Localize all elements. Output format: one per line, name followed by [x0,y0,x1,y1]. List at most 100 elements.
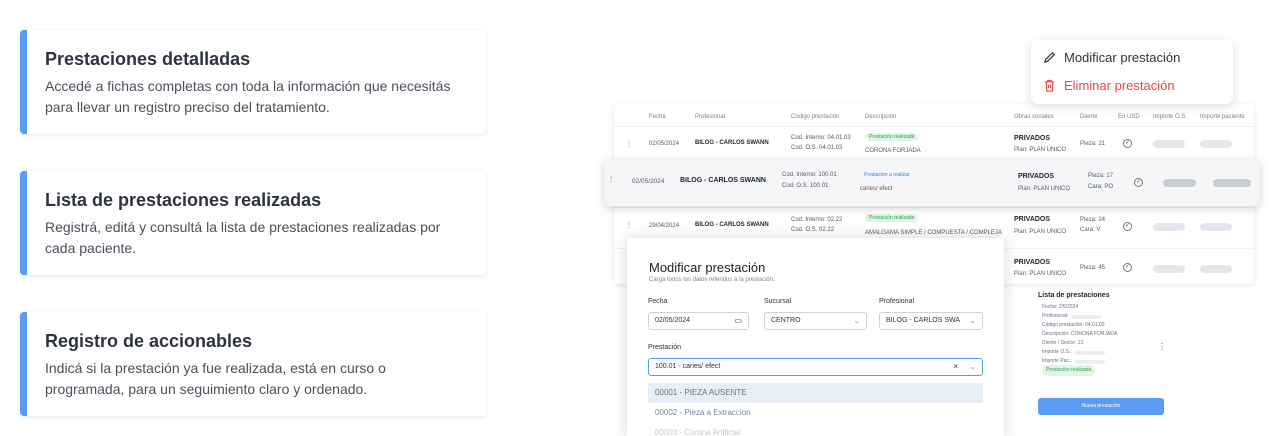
feature-card-lista: Lista de prestaciones realizadas Registr… [20,171,486,275]
blurred-value [1071,314,1102,319]
importe-os-placeholder [1153,140,1185,148]
feature-desc: Indicá si la prestación ya fue realizada… [45,360,386,397]
prestacion-combobox[interactable]: 100.01 - caries/ efect × ⌄ [648,358,983,376]
check-icon: ✓ [1123,222,1132,231]
kebab-menu-icon[interactable]: ⋮ [1158,342,1166,351]
cell-cod-interno: Cod. Interno: 100.01 [782,172,837,178]
cell-plan: Plan: PLAN UNICO [1014,147,1067,153]
cell-obra-social: PRIVADOS [1014,259,1051,266]
prestacion-option[interactable]: 00002 - Pieza a Extraccion [648,403,983,423]
modificar-prestacion-modal: Modificar prestación Cargá todos los dat… [627,238,1004,436]
cell-diente: Pieza: 24 [1080,217,1106,223]
calendar-icon[interactable]: ▭ [734,316,742,325]
check-icon: ✓ [1123,263,1132,272]
fecha-value: 02/05/2024 [655,317,691,324]
cell-descripcion: AMALGAMA SIMPLE / COMPUESTA / COMPLEJA [865,230,1002,236]
feature-desc: Registrá, editá y consultá la lista de p… [45,219,441,256]
status-badge: Prestación realizada [865,214,919,222]
summary-line: Descripción: CORONA FORJADA [1042,331,1118,337]
trash-icon [1044,79,1055,92]
prestacion-label: Prestación [648,344,682,351]
cell-fecha: 29/04/2024 [649,223,680,229]
fecha-input[interactable]: 02/05/2024 ▭ [648,312,749,330]
importe-os-placeholder [1163,179,1196,187]
sucursal-label: Sucursal [764,298,792,305]
cell-obra-social: PRIVADOS [1014,216,1051,223]
status-badge: Prestación a realizar [864,172,910,178]
th-usd: En USD [1118,114,1140,120]
cell-cod-interno: Cod. Interno: 02.22 [791,217,843,223]
summary-line: Importe O.S.: [1042,349,1072,355]
cell-cara: Cara: PO [1088,184,1114,190]
row-menu-icon[interactable]: ⋮ [608,176,614,183]
prestacion-value: 100.01 - caries/ efect [655,363,721,370]
feature-title: Prestaciones detalladas [45,49,251,69]
cell-plan: Plan: PLAN UNICO [1014,229,1067,235]
cell-diente: Pieza: 45 [1080,265,1106,271]
feature-title: Registro de accionables [45,331,253,351]
nueva-prestacion-button[interactable]: Nueva prestación [1038,398,1164,415]
th-obras: Obras sociales [1014,114,1054,120]
pencil-icon [1043,52,1055,64]
sucursal-value: CENTRO [771,317,801,324]
page: Prestaciones detalladas Accedé a fichas … [0,0,1280,436]
cell-obra-social: PRIVADOS [1018,173,1055,180]
modificar-prestacion-item[interactable]: Modificar prestación [1043,50,1180,65]
cell-profesional: BILOG - CARLOS SWANN [695,222,769,228]
summary-line: Diente / Sector: 21 [1042,340,1084,346]
cell-cara: Cara: V [1080,227,1101,233]
feature-title: Lista de prestaciones realizadas [45,190,322,210]
cell-plan: Plan: PLAN UNICO [1014,271,1067,277]
cell-cod-os: Cod. O.S. 100.01 [782,183,829,189]
importe-pac-placeholder [1200,140,1232,148]
cell-fecha: 02/05/2024 [649,141,680,147]
th-importe-pac: Importe paciente [1200,114,1245,120]
importe-pac-placeholder [1200,265,1232,273]
row-menu-icon[interactable]: ⋮ [626,141,632,148]
menu-item-label: Eliminar prestación [1064,78,1175,93]
cell-cod-os: Cod. O.S. 02.22 [791,227,835,233]
cell-descripcion: CORONA FORJADA [865,148,921,154]
chevron-down-icon[interactable]: ⌄ [969,362,976,371]
cell-profesional: BILOG - CARLOS SWANN [680,177,766,184]
cell-diente: Pieza: 21 [1080,141,1106,147]
cell-cod-os: Cod. O.S. 04.01.03 [791,145,843,151]
th-importe-os: Importe O.S. [1153,114,1188,120]
cell-descripcion: caries/ efect [860,186,893,192]
blurred-value [1074,359,1105,364]
check-icon: ✓ [1123,139,1132,148]
table-row-selected[interactable]: ⋮ 02/05/2024 BILOG - CARLOS SWANN Cod. I… [604,160,1260,206]
blurred-value [1074,350,1105,355]
modal-title: Modificar prestación [649,260,766,275]
modal-subtitle: Cargá todos los datos referidos a la pre… [649,277,775,283]
summary-line: Profesional: [1042,313,1069,319]
summary-line: Fecha: 2/5/2024 [1042,304,1079,310]
th-fecha: Fecha [649,114,666,120]
row-menu-icon[interactable]: ⋮ [626,222,632,229]
importe-pac-placeholder [1213,179,1251,187]
status-badge: Prestación realizada [865,133,919,141]
th-profesional: Profesional [695,114,726,120]
feature-card-detalladas: Prestaciones detalladas Accedé a fichas … [20,30,486,134]
summary-panel: Lista de prestaciones Fecha: 2/5/2024 Pr… [1030,284,1180,415]
prestacion-option[interactable]: 00003 - Corona Artificial [648,423,983,436]
menu-item-label: Modificar prestación [1064,50,1181,65]
cell-fecha: 02/05/2024 [632,178,665,185]
th-codigo: Código prestación [791,114,840,120]
importe-pac-placeholder [1200,223,1232,231]
clear-icon[interactable]: × [953,362,958,371]
prestacion-option[interactable]: 00001 - PIEZA AUSENTE [648,383,983,403]
fecha-label: Fecha [648,298,668,305]
cell-profesional: BILOG - CARLOS SWANN [695,140,769,146]
summary-title: Lista de prestaciones [1038,292,1110,299]
eliminar-prestacion-item[interactable]: Eliminar prestación [1043,78,1175,93]
cell-plan: Plan: PLAN UNICO [1018,186,1071,192]
check-icon: ✓ [1134,178,1143,187]
importe-os-placeholder [1153,265,1185,273]
sucursal-select[interactable]: CENTRO ⌄ [764,312,867,330]
importe-os-placeholder [1153,223,1185,231]
profesional-select[interactable]: BILOG - CARLOS SWA ⌄ [879,312,983,330]
feature-desc: Accedé a fichas completas con toda la in… [45,78,451,115]
cell-obra-social: PRIVADOS [1014,135,1051,142]
row-context-menu: Modificar prestación Eliminar prestación [1031,40,1233,104]
